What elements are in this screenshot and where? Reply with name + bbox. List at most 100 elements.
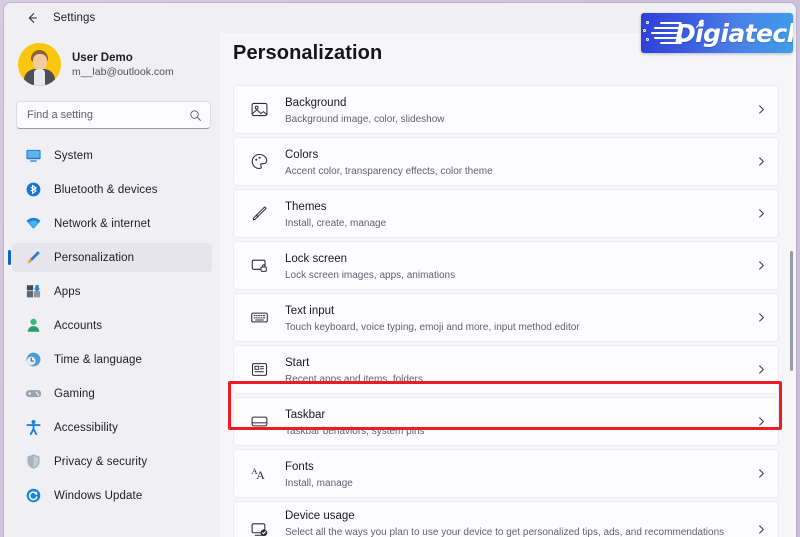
scrollbar-thumb[interactable] [790, 251, 793, 371]
chevron-right-icon[interactable] [744, 260, 778, 271]
paintbrush-icon [24, 249, 42, 267]
settings-row-texts: Colors Accent color, transparency effect… [285, 145, 744, 178]
main-content: Personalization Background Background im… [220, 33, 796, 537]
sidebar-item-accounts[interactable]: Accounts [12, 311, 212, 340]
search-icon [190, 109, 201, 121]
settings-row-subtitle: Select all the ways you plan to use your… [285, 527, 725, 537]
settings-row-themes[interactable]: Themes Install, create, manage [233, 189, 779, 238]
sidebar-item-bluetooth-devices[interactable]: Bluetooth & devices [12, 175, 212, 204]
paintbrush-icon [246, 201, 272, 227]
fonts-aa-icon: A A [246, 461, 272, 487]
sidebar-item-label: Windows Update [54, 489, 143, 502]
sidebar-nav: System Bluetooth & devices Network & int… [4, 141, 220, 515]
settings-row-title: Device usage [285, 510, 355, 522]
sidebar-item-time-language[interactable]: Time & language [12, 345, 212, 374]
settings-row-texts: Themes Install, create, manage [285, 197, 744, 230]
settings-row-subtitle: Background image, color, slideshow [285, 114, 445, 125]
chevron-right-icon[interactable] [744, 364, 778, 375]
sidebar-item-accessibility[interactable]: Accessibility [12, 413, 212, 442]
settings-row-subtitle: Taskbar behaviors, system pins [285, 426, 425, 437]
refresh-circle-icon [24, 487, 42, 505]
accessibility-person-icon [24, 419, 42, 437]
settings-row-subtitle: Recent apps and items, folders [285, 374, 423, 385]
window-title: Settings [53, 12, 96, 24]
settings-row-title: Themes [285, 201, 327, 213]
sidebar-item-network-internet[interactable]: Network & internet [12, 209, 212, 238]
settings-row-title: Start [285, 357, 310, 369]
settings-row-subtitle: Install, manage [285, 478, 353, 489]
chevron-right-icon[interactable] [744, 208, 778, 219]
desktop-background: Settings User Demo m__lab@outlook.com Fi… [0, 0, 800, 537]
settings-row-device-usage[interactable]: Device usage Select all the ways you pla… [233, 501, 779, 537]
chevron-right-icon[interactable] [744, 312, 778, 323]
settings-row-text-input[interactable]: Text input Touch keyboard, voice typing,… [233, 293, 779, 342]
sidebar-item-label: Accounts [54, 319, 103, 332]
sidebar-item-label: Apps [54, 285, 81, 298]
profile-name: User Demo [72, 51, 133, 64]
gamepad-icon [24, 385, 42, 403]
search-input[interactable] [27, 109, 189, 121]
settings-row-texts: Fonts Install, manage [285, 457, 744, 490]
settings-card-list: Background Background image, color, slid… [233, 85, 779, 537]
svg-text:A: A [256, 468, 265, 482]
settings-row-title: Text input [285, 305, 335, 317]
sidebar-item-label: Bluetooth & devices [54, 183, 158, 196]
apps-grid-icon [24, 283, 42, 301]
sidebar-item-label: Privacy & security [54, 455, 148, 468]
image-icon [246, 97, 272, 123]
chevron-right-icon[interactable] [744, 156, 778, 167]
settings-row-texts: Background Background image, color, slid… [285, 93, 744, 126]
start-menu-icon [246, 357, 272, 383]
settings-row-texts: Start Recent apps and items, folders [285, 353, 744, 386]
settings-row-texts: Device usage Select all the ways you pla… [285, 506, 744, 537]
digiatech-logo: Digiatech [641, 13, 793, 53]
sidebar-item-label: Network & internet [54, 217, 151, 230]
scrollbar-track[interactable] [790, 81, 795, 537]
settings-row-colors[interactable]: Colors Accent color, transparency effect… [233, 137, 779, 186]
chevron-right-icon[interactable] [744, 468, 778, 479]
settings-row-title: Colors [285, 149, 319, 161]
profile-text: User Demo m__lab@outlook.com [72, 52, 174, 78]
sidebar-item-gaming[interactable]: Gaming [12, 379, 212, 408]
keyboard-icon [246, 305, 272, 331]
settings-row-subtitle: Lock screen images, apps, animations [285, 270, 456, 281]
sidebar-item-windows-update[interactable]: Windows Update [12, 481, 212, 510]
settings-window: Settings User Demo m__lab@outlook.com Fi… [4, 3, 796, 537]
palette-icon [246, 149, 272, 175]
settings-row-taskbar[interactable]: Taskbar Taskbar behaviors, system pins [233, 397, 779, 446]
settings-row-title: Fonts [285, 461, 314, 473]
settings-row-lock-screen[interactable]: Lock screen Lock screen images, apps, an… [233, 241, 779, 290]
chevron-right-icon[interactable] [744, 524, 778, 535]
wifi-icon [24, 215, 42, 233]
logo-wordmark: Digiatech [675, 18, 793, 48]
profile-email: m__lab@outlook.com [72, 65, 174, 78]
page-title: Personalization [233, 42, 383, 64]
sidebar-item-apps[interactable]: Apps [12, 277, 212, 306]
sidebar-item-privacy-security[interactable]: Privacy & security [12, 447, 212, 476]
sidebar-item-label: Time & language [54, 353, 143, 366]
settings-row-texts: Taskbar Taskbar behaviors, system pins [285, 405, 744, 438]
taskbar-icon [246, 409, 272, 435]
settings-row-start[interactable]: Start Recent apps and items, folders [233, 345, 779, 394]
back-button[interactable] [17, 5, 47, 31]
monitor-icon [24, 147, 42, 165]
chevron-right-icon[interactable] [744, 416, 778, 427]
clock-globe-icon [24, 351, 42, 369]
search-box[interactable] [16, 101, 211, 129]
settings-row-fonts[interactable]: A A Fonts Install, manage [233, 449, 779, 498]
settings-row-title: Lock screen [285, 253, 348, 265]
sidebar-item-label: System [54, 149, 93, 162]
sidebar: User Demo m__lab@outlook.com Find a sett… [4, 33, 220, 537]
user-profile[interactable]: User Demo m__lab@outlook.com [4, 33, 220, 86]
sidebar-item-label: Accessibility [54, 421, 118, 434]
settings-row-subtitle: Touch keyboard, voice typing, emoji and … [285, 322, 580, 333]
settings-row-background[interactable]: Background Background image, color, slid… [233, 85, 779, 134]
sidebar-item-personalization[interactable]: Personalization [8, 243, 212, 272]
back-arrow-icon [28, 13, 37, 23]
sidebar-item-label: Personalization [54, 251, 135, 264]
settings-row-subtitle: Install, create, manage [285, 218, 387, 229]
chevron-right-icon[interactable] [744, 104, 778, 115]
settings-row-texts: Lock screen Lock screen images, apps, an… [285, 249, 744, 282]
sidebar-item-system[interactable]: System [12, 141, 212, 170]
lock-screen-icon [246, 253, 272, 279]
